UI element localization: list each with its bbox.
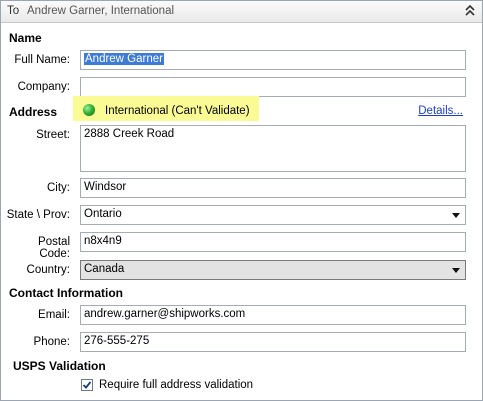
full-name-field[interactable]: Andrew Garner <box>80 50 466 70</box>
validation-status-text: International (Can't Validate) <box>105 105 250 117</box>
full-name-label: Full Name: <box>14 54 70 66</box>
phone-label: Phone: <box>33 336 70 348</box>
street-field[interactable]: 2888 Creek Road <box>80 125 466 172</box>
ship-to-panel: To Andrew Garner, International Name Ful… <box>0 0 483 401</box>
postal-code-label: Postal Code: <box>38 236 70 260</box>
company-field[interactable] <box>80 77 466 97</box>
chevron-down-icon[interactable] <box>450 263 462 277</box>
city-label: City: <box>47 182 70 194</box>
panel-header[interactable]: To Andrew Garner, International <box>1 1 482 23</box>
company-label: Company: <box>17 81 70 93</box>
street-label: Street: <box>36 129 70 141</box>
collapse-chevron-icon[interactable] <box>464 3 476 19</box>
postal-code-field[interactable]: n8x4n9 <box>80 232 466 252</box>
globe-icon <box>83 104 95 116</box>
city-field[interactable]: Windsor <box>80 178 466 198</box>
phone-field[interactable]: 276-555-275 <box>80 332 466 352</box>
checkmark-icon <box>82 381 92 389</box>
section-address-title: Address <box>9 105 58 119</box>
section-name-title: Name <box>9 31 42 45</box>
full-name-value: Andrew Garner <box>84 53 164 65</box>
email-label: Email: <box>38 309 70 321</box>
details-link[interactable]: Details... <box>418 105 463 117</box>
country-value: Canada <box>84 263 125 275</box>
state-select[interactable]: Ontario <box>80 205 466 225</box>
to-label: To <box>7 5 20 17</box>
country-label: Country: <box>26 264 70 276</box>
require-validation-checkbox[interactable] <box>81 379 93 391</box>
chevron-down-icon[interactable] <box>450 208 462 222</box>
country-select[interactable]: Canada <box>80 260 466 280</box>
section-usps-title: USPS Validation <box>13 359 106 373</box>
section-contact-title: Contact Information <box>9 286 123 300</box>
email-field[interactable]: andrew.garner@shipworks.com <box>80 305 466 325</box>
state-label: State \ Prov: <box>6 209 70 221</box>
recipient-summary: Andrew Garner, International <box>27 5 175 17</box>
require-validation-label[interactable]: Require full address validation <box>99 379 253 391</box>
state-value: Ontario <box>84 208 122 220</box>
